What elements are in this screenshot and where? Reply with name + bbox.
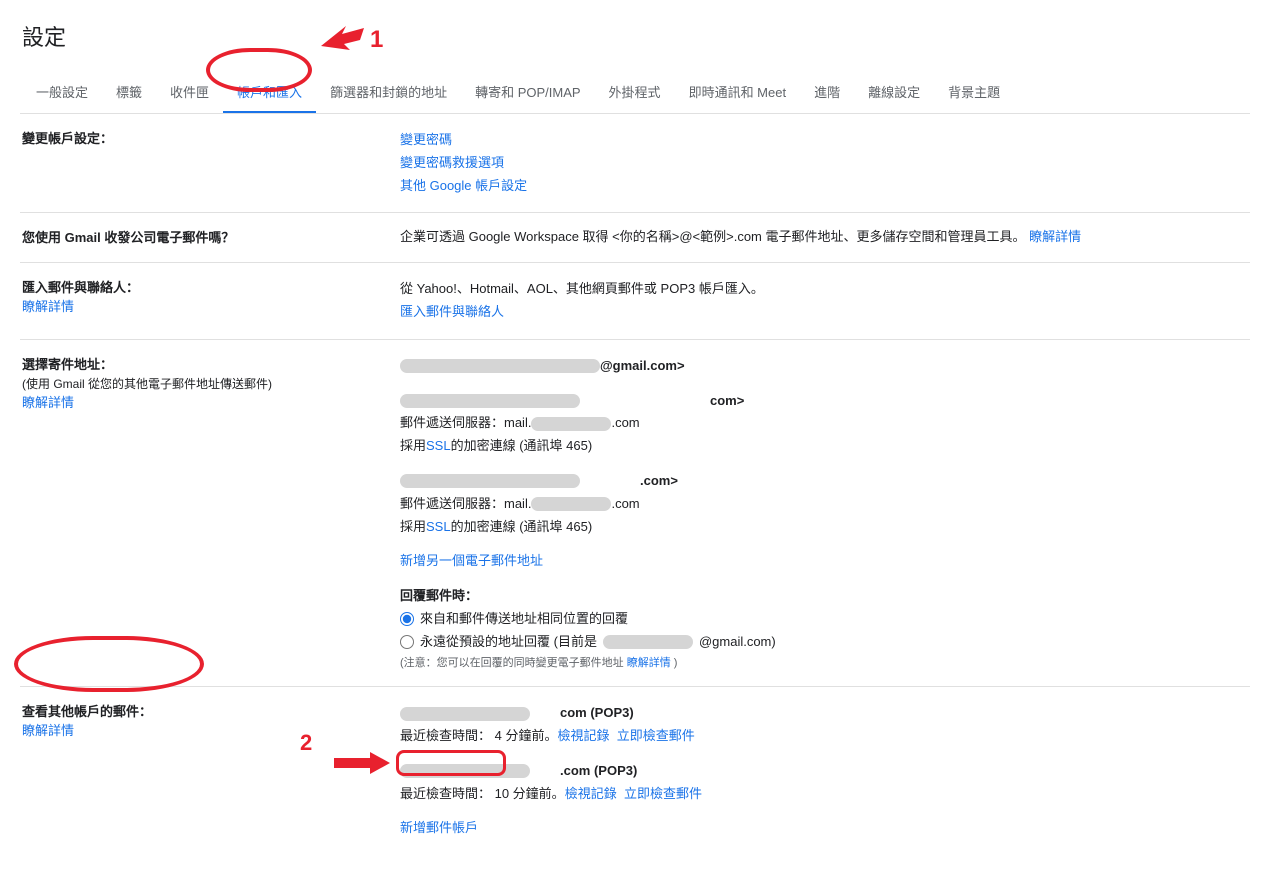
tab-themes[interactable]: 背景主題	[934, 72, 1014, 113]
section-change-account: 變更帳戶設定： 變更密碼 變更密碼救援選項 其他 Google 帳戶設定	[20, 114, 1250, 213]
reply-note-prefix: (注意：您可以在回覆的同時變更電子郵件地址	[400, 657, 627, 669]
add-another-address-link[interactable]: 新增另一個電子郵件地址	[400, 551, 543, 572]
server2-prefix: 郵件遞送伺服器：mail.	[400, 413, 531, 434]
redacted-name-2	[400, 394, 580, 408]
reply-note-suffix: )	[674, 657, 678, 669]
import-mail-learn-more[interactable]: 瞭解詳情	[22, 299, 74, 314]
tab-forwarding-pop-imap[interactable]: 轉寄和 POP/IMAP	[461, 72, 594, 113]
settings-tabs: 一般設定 標籤 收件匣 帳戶和匯入 篩選器和封鎖的地址 轉寄和 POP/IMAP…	[20, 72, 1250, 114]
reply-opt2-prefix: 永遠從預設的地址回覆 (目前是	[420, 632, 597, 653]
addr3-suffix: .com>	[640, 471, 678, 492]
redacted-name-1	[400, 359, 600, 373]
tab-accounts-import[interactable]: 帳戶和匯入	[223, 72, 316, 113]
addr2-suffix: com>	[710, 391, 744, 412]
tab-labels[interactable]: 標籤	[102, 72, 156, 113]
reply-opt2-suffix: @gmail.com)	[699, 632, 776, 653]
check-now-1[interactable]: 立即檢查郵件	[617, 726, 695, 747]
tab-advanced[interactable]: 進階	[800, 72, 854, 113]
check-now-2[interactable]: 立即檢查郵件	[624, 784, 702, 805]
gmail-company-label: 您使用 Gmail 收發公司電子郵件嗎？	[22, 230, 234, 245]
redacted-server-2	[531, 417, 611, 431]
send-as-label: 選擇寄件地址：	[22, 354, 400, 373]
tab-addons[interactable]: 外掛程式	[595, 72, 675, 113]
other-google-settings-link[interactable]: 其他 Google 帳戶設定	[400, 176, 527, 197]
tab-filters-blocked[interactable]: 篩選器和封鎖的地址	[316, 72, 461, 113]
reply-default-radio[interactable]	[400, 635, 414, 649]
section-import-mail: 匯入郵件與聯絡人： 瞭解詳情 從 Yahoo!、Hotmail、AOL、其他網頁…	[20, 263, 1250, 340]
import-mail-text: 從 Yahoo!、Hotmail、AOL、其他網頁郵件或 POP3 帳戶匯入。	[400, 279, 764, 300]
reply-opt1: 來自和郵件傳送地址相同位置的回覆	[420, 609, 628, 630]
redacted-pop3-2	[400, 764, 530, 778]
ssl2-suffix: 的加密連線 (通訊埠 465)	[451, 436, 593, 457]
gmail-company-learn-more[interactable]: 瞭解詳情	[1029, 229, 1081, 244]
change-password-link[interactable]: 變更密碼	[400, 130, 452, 151]
ssl2-link[interactable]: SSL	[426, 436, 451, 457]
pop3-1-suffix: com (POP3)	[560, 703, 634, 724]
page-title: 設定	[20, 20, 1250, 52]
change-account-label: 變更帳戶設定：	[22, 131, 113, 146]
view-log-1[interactable]: 檢視記錄	[557, 726, 609, 747]
section-send-as: 選擇寄件地址： (使用 Gmail 從您的其他電子郵件地址傳送郵件) 瞭解詳情 …	[20, 340, 1250, 687]
check-other-learn-more[interactable]: 瞭解詳情	[22, 723, 74, 738]
redacted-name-3	[400, 474, 580, 488]
reply-note-link[interactable]: 瞭解詳情	[627, 657, 671, 669]
reply-same-radio[interactable]	[400, 612, 414, 626]
pop3-2-suffix: .com (POP3)	[560, 761, 637, 782]
gmail-company-text: 企業可透過 Google Workspace 取得 <你的名稱>@<範例>.co…	[400, 229, 1026, 244]
password-recovery-link[interactable]: 變更密碼救援選項	[400, 153, 504, 174]
add-mail-account-link[interactable]: 新增郵件帳戶	[400, 818, 478, 839]
section-check-other: 查看其他帳戶的郵件： 瞭解詳情 com (POP3) 最近檢查時間： 4 分鐘前…	[20, 687, 1250, 855]
tab-general[interactable]: 一般設定	[22, 72, 102, 113]
ssl3-link[interactable]: SSL	[426, 517, 451, 538]
check-other-label: 查看其他帳戶的郵件：	[22, 701, 400, 720]
addr1-suffix: @gmail.com>	[600, 356, 685, 377]
last-check-2: 最近檢查時間： 10 分鐘前。	[400, 784, 565, 805]
server3-suffix: .com	[611, 494, 639, 515]
server3-prefix: 郵件遞送伺服器：mail.	[400, 494, 531, 515]
tab-chat-meet[interactable]: 即時通訊和 Meet	[675, 72, 801, 113]
redacted-server-3	[531, 497, 611, 511]
tab-inbox[interactable]: 收件匣	[156, 72, 223, 113]
last-check-1: 最近檢查時間： 4 分鐘前。	[400, 726, 557, 747]
ssl3-prefix: 採用	[400, 517, 426, 538]
import-mail-label: 匯入郵件與聯絡人：	[22, 277, 400, 296]
ssl2-prefix: 採用	[400, 436, 426, 457]
redacted-pop3-1	[400, 707, 530, 721]
send-as-sub: (使用 Gmail 從您的其他電子郵件地址傳送郵件)	[22, 375, 400, 392]
send-as-learn-more[interactable]: 瞭解詳情	[22, 395, 74, 410]
import-mail-link[interactable]: 匯入郵件與聯絡人	[400, 302, 504, 323]
server2-suffix: .com	[611, 413, 639, 434]
section-gmail-company: 您使用 Gmail 收發公司電子郵件嗎？ 企業可透過 Google Worksp…	[20, 213, 1250, 263]
redacted-default-addr	[603, 635, 693, 649]
view-log-2[interactable]: 檢視記錄	[565, 784, 617, 805]
ssl3-suffix: 的加密連線 (通訊埠 465)	[451, 517, 593, 538]
reply-header: 回覆郵件時：	[400, 586, 478, 607]
tab-offline[interactable]: 離線設定	[854, 72, 934, 113]
